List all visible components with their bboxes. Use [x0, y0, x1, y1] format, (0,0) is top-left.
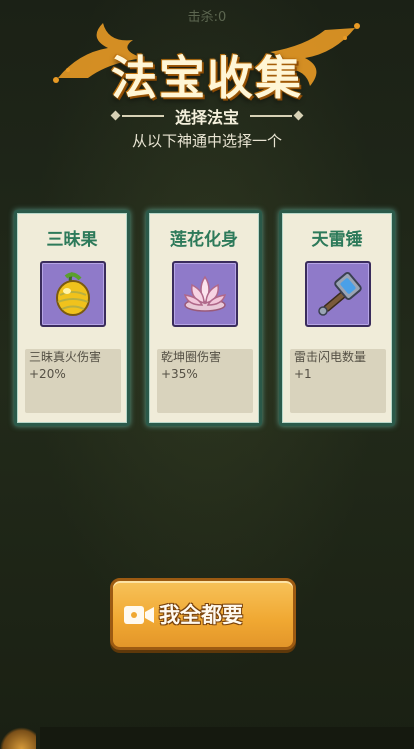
- subtitle-row: 选择法宝: [0, 104, 414, 128]
- video-ad-icon: [124, 606, 154, 624]
- card-title: 天雷锤: [311, 230, 363, 250]
- character-portrait: [0, 727, 36, 749]
- title-banner: 法宝收集: [0, 14, 414, 114]
- card-icon-frame: [40, 261, 106, 327]
- card-title: 莲花化身: [170, 230, 238, 250]
- treasure-card-1[interactable]: 三昧果 三昧真火伤害+20%: [14, 210, 130, 426]
- take-all-label: 我全都要: [159, 602, 243, 627]
- page-title: 法宝收集: [111, 51, 303, 105]
- thunder-hammer-icon: [318, 272, 362, 316]
- take-all-button[interactable]: 我全都要: [110, 578, 296, 650]
- card-description: 雷击闪电数量+1: [290, 349, 386, 413]
- golden-fruit-icon: [56, 272, 90, 316]
- subtitle: 选择法宝: [174, 108, 239, 127]
- treasure-card-3[interactable]: 天雷锤 雷击闪电数量+1: [279, 210, 395, 426]
- instruction-text: 从以下神通中选择一个: [131, 132, 282, 150]
- divider-right: [250, 115, 292, 117]
- lotus-flower-icon: [183, 275, 227, 312]
- card-icon-frame: [172, 261, 238, 327]
- treasure-card-2[interactable]: 莲花化身 乾坤圈伤害+35%: [146, 210, 262, 426]
- card-description: 三昧真火伤害+20%: [25, 349, 121, 413]
- bottom-bar: [40, 727, 414, 749]
- card-description: 乾坤圈伤害+35%: [157, 349, 253, 413]
- card-title: 三昧果: [46, 230, 98, 250]
- card-icon-frame: [305, 261, 371, 327]
